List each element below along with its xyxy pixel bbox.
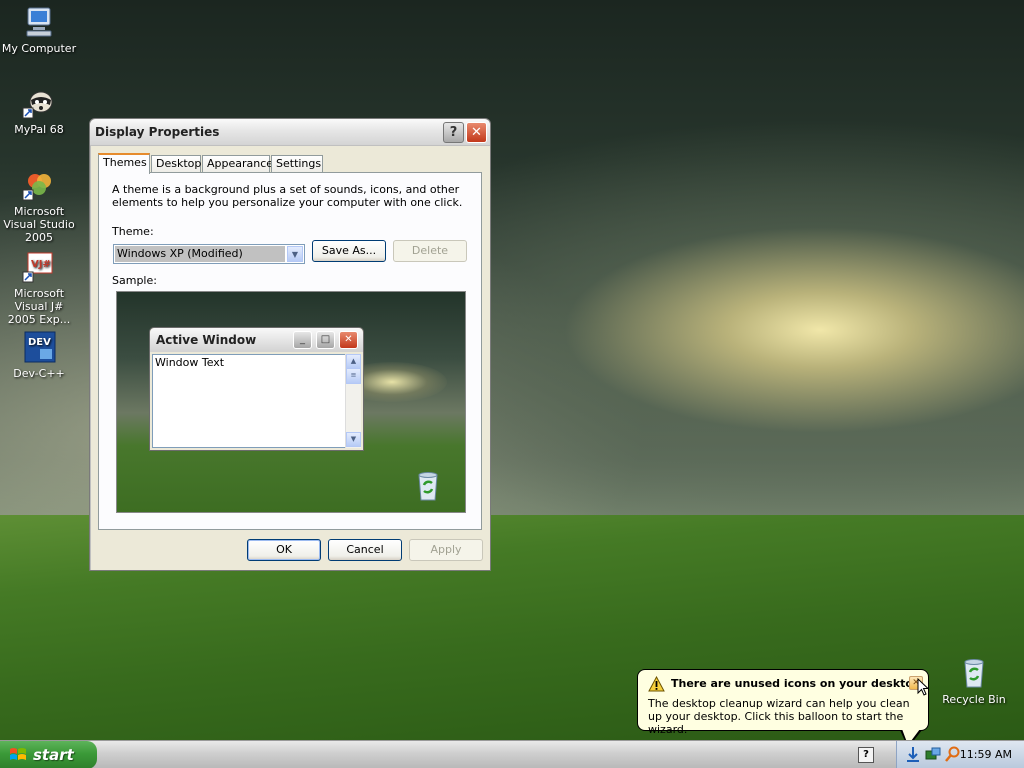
maximize-icon: □ [316,331,335,349]
help-tray-icon[interactable]: ? [858,747,874,763]
visual-j-icon: VJ# [22,250,56,284]
dev-cpp-icon: DEV [22,330,56,364]
close-button[interactable]: ✕ [466,122,487,143]
svg-text:VJ#: VJ# [31,259,51,270]
start-button[interactable]: start [0,741,97,768]
window-title: Display Properties [95,125,220,139]
desktop-icon-recycle-bin[interactable]: Recycle Bin [934,656,1014,706]
visual-studio-icon [22,168,56,202]
raccoon-icon [22,86,56,120]
delete-button[interactable]: Delete [393,240,467,262]
desktop-icon-label: My Computer [1,42,77,55]
start-label: start [33,746,74,764]
minimize-icon: _ [293,331,312,349]
desktop-cleanup-balloon[interactable]: There are unused icons on your desktop ✕… [637,669,929,748]
theme-sample-preview: Active Window _ □ ✕ Window Text ▲ ≡ ▼ [116,291,466,513]
cancel-button[interactable]: Cancel [328,539,402,561]
recycle-bin-icon [957,656,991,690]
desktop-icon-label: Dev-C++ [13,367,65,380]
scroll-down-icon: ▼ [346,432,361,447]
desktop-icon-label: MyPal 68 [14,123,64,136]
close-icon: ✕ [471,125,482,140]
display-properties-window: Display Properties ? ✕ Themes Desktop Ap… [89,118,491,571]
computer-icon [22,5,56,39]
question-mark-icon: ? [449,125,458,140]
windows-flag-icon [10,748,26,760]
theme-label: Theme: [112,225,154,238]
tab-desktop[interactable]: Desktop [151,155,201,173]
desktop-icon-mypal[interactable]: MyPal 68 [0,86,79,136]
recycle-bin-icon [418,472,438,501]
desktop-icon-label: Recycle Bin [942,693,1006,706]
preview-active-window: Active Window _ □ ✕ Window Text ▲ ≡ ▼ [149,327,364,451]
preview-window-text: Window Text [152,354,348,448]
desktop-icon-my-computer[interactable]: My Computer [0,5,79,55]
theme-dropdown[interactable]: Windows XP (Modified) ▼ [113,244,305,264]
tab-themes[interactable]: Themes [98,153,150,174]
ok-button[interactable]: OK [247,539,321,561]
preview-title-bar: Active Window _ □ ✕ [150,328,363,352]
tab-appearance[interactable]: Appearance [202,155,273,173]
desktop-icon-visual-j[interactable]: VJ# Microsoft Visual J# 2005 Exp... [0,250,79,326]
taskbar: start ? 11:59 AM [0,740,1024,768]
preview-window-title: Active Window [156,333,257,347]
desktop-icon-dev-cpp[interactable]: DEV Dev-C++ [0,330,79,380]
sample-label: Sample: [112,274,157,287]
desktop-icon-visual-studio[interactable]: Microsoft Visual Studio 2005 [0,168,79,244]
desktop-icon-label: Microsoft Visual Studio 2005 [3,205,75,244]
display-tray-icon[interactable] [925,747,941,763]
mouse-cursor-icon [917,678,929,696]
svg-text:DEV: DEV [28,337,51,348]
clock[interactable]: 11:59 AM [960,748,1012,761]
scroll-up-icon: ▲ [346,354,361,369]
network-icon[interactable] [905,746,921,764]
balloon-title: There are unused icons on your desktop [671,677,921,690]
theme-dropdown-value: Windows XP (Modified) [115,246,285,262]
theme-description: A theme is a background plus a set of so… [112,183,463,209]
scroll-thumb: ≡ [346,368,361,384]
system-tray: 11:59 AM [896,741,1024,768]
apply-button[interactable]: Apply [409,539,483,561]
close-icon: ✕ [339,331,358,349]
search-icon[interactable] [945,746,961,762]
tab-settings[interactable]: Settings [271,155,323,173]
help-button[interactable]: ? [443,122,464,143]
preview-scrollbar: ▲ ≡ ▼ [345,354,361,448]
desktop-icon-label: Microsoft Visual J# 2005 Exp... [7,287,71,326]
balloon-body: The desktop cleanup wizard can help you … [648,697,910,736]
warning-icon [648,676,665,692]
save-as-button[interactable]: Save As... [312,240,386,262]
title-bar[interactable]: Display Properties ? ✕ [90,119,490,146]
chevron-down-icon[interactable]: ▼ [287,246,303,262]
